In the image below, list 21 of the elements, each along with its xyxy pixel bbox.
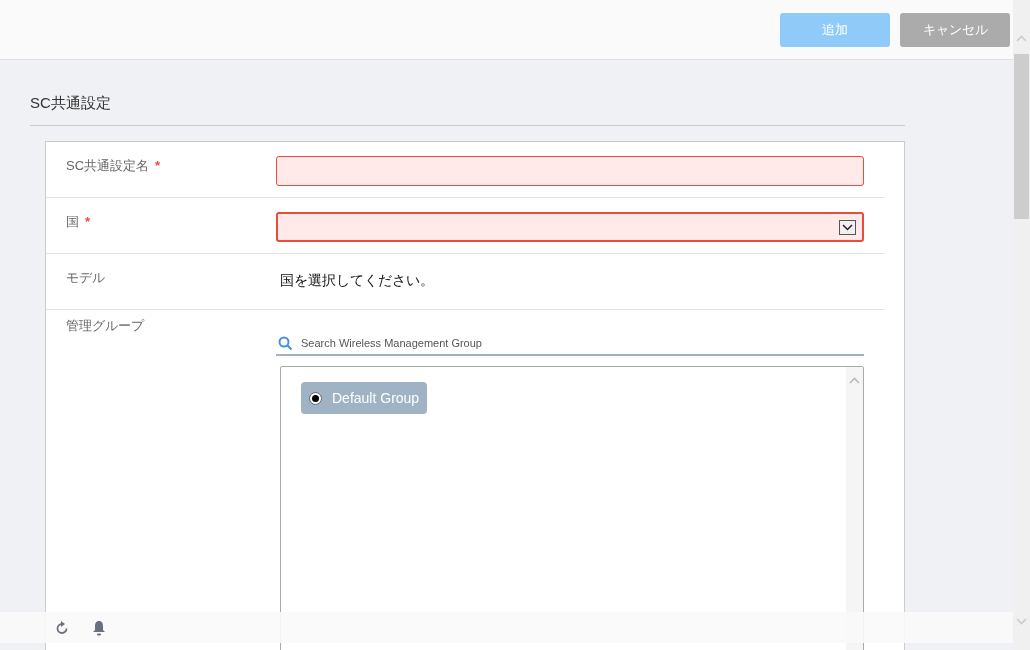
scroll-up-icon	[849, 377, 860, 384]
field-label: モデル	[66, 269, 105, 287]
cancel-button[interactable]: キャンセル	[900, 12, 1010, 47]
required-mark: *	[155, 157, 161, 175]
country-dropdown[interactable]	[276, 212, 864, 242]
scrollbar-thumb[interactable]	[1014, 54, 1029, 219]
field-label: SC共通設定名	[66, 157, 150, 175]
page-scrollbar[interactable]	[1013, 0, 1030, 650]
group-search-field[interactable]: Search Wireless Management Group	[301, 334, 864, 352]
refresh-icon[interactable]	[54, 619, 70, 636]
section-title: SC共通設定	[30, 94, 111, 111]
scroll-up-icon	[1016, 35, 1027, 42]
group-radio-item[interactable]: Default Group	[301, 382, 428, 414]
name-input-field[interactable]	[276, 156, 864, 186]
search-icon	[278, 335, 293, 351]
bell-icon[interactable]	[92, 619, 106, 636]
required-mark: *	[85, 213, 91, 231]
field-label: 管理グループ	[66, 317, 144, 335]
scroll-down-icon	[1016, 618, 1027, 625]
model-value: 国を選択してください。	[279, 271, 434, 290]
field-label: 国	[66, 213, 79, 231]
